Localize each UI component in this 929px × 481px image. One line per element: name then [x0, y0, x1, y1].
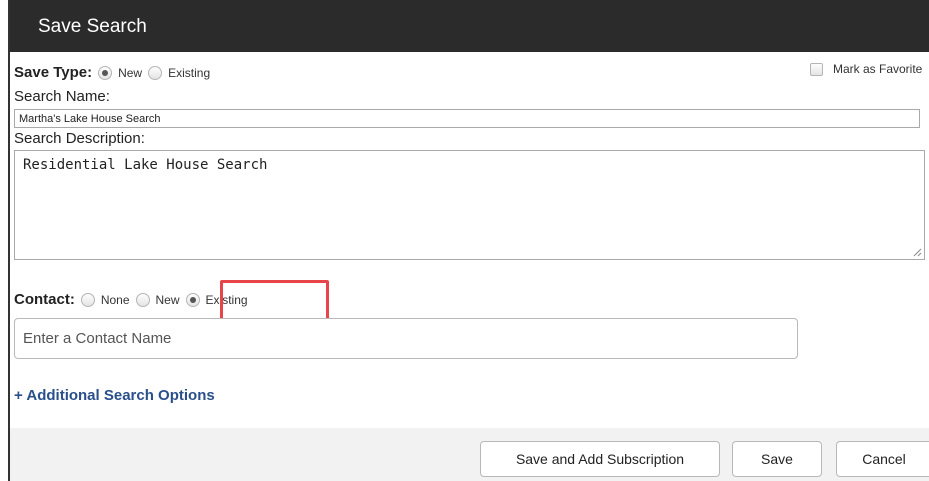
save-type-existing-label[interactable]: Existing — [168, 66, 210, 80]
dialog-titlebar: Save Search — [10, 0, 929, 52]
cancel-button[interactable]: Cancel — [836, 441, 929, 477]
search-description-textarea[interactable]: Residential Lake House Search — [14, 150, 925, 260]
contact-existing-label[interactable]: Existing — [206, 293, 248, 307]
save-type-label: Save Type: — [14, 64, 93, 81]
search-name-input[interactable] — [14, 109, 920, 128]
save-type-new-label[interactable]: New — [118, 66, 142, 80]
resize-grip-icon[interactable] — [913, 248, 922, 257]
save-and-add-subscription-button[interactable]: Save and Add Subscription — [480, 441, 720, 477]
mark-favorite[interactable]: Mark as Favorite — [810, 62, 922, 76]
search-description-value: Residential Lake House Search — [23, 157, 268, 173]
dialog-footer: Save and Add Subscription Save Cancel — [10, 428, 929, 481]
contact-label: Contact: — [14, 291, 75, 308]
mark-favorite-checkbox[interactable] — [810, 62, 823, 76]
contact-name-input[interactable] — [14, 318, 798, 359]
save-type-existing-radio[interactable] — [148, 65, 163, 80]
mark-favorite-label[interactable]: Mark as Favorite — [833, 62, 922, 76]
save-button[interactable]: Save — [732, 441, 822, 477]
additional-search-options-link[interactable]: + Additional Search Options — [14, 387, 215, 404]
contact-new-label[interactable]: New — [156, 293, 180, 307]
save-type-new-radio[interactable] — [98, 65, 113, 80]
contact-new-radio[interactable] — [135, 292, 150, 307]
save-type-row: Save Type: New Existing — [14, 64, 216, 81]
contact-none-label[interactable]: None — [101, 293, 130, 307]
contact-row: Contact: None New Existing — [14, 291, 254, 308]
search-name-label: Search Name: — [14, 88, 110, 105]
save-search-dialog: Save Search Save Type: New Existing Mark… — [8, 0, 929, 481]
search-description-label: Search Description: — [14, 130, 145, 147]
dialog-title: Save Search — [38, 16, 147, 37]
contact-existing-radio[interactable] — [185, 292, 200, 307]
contact-none-radio[interactable] — [80, 292, 95, 307]
